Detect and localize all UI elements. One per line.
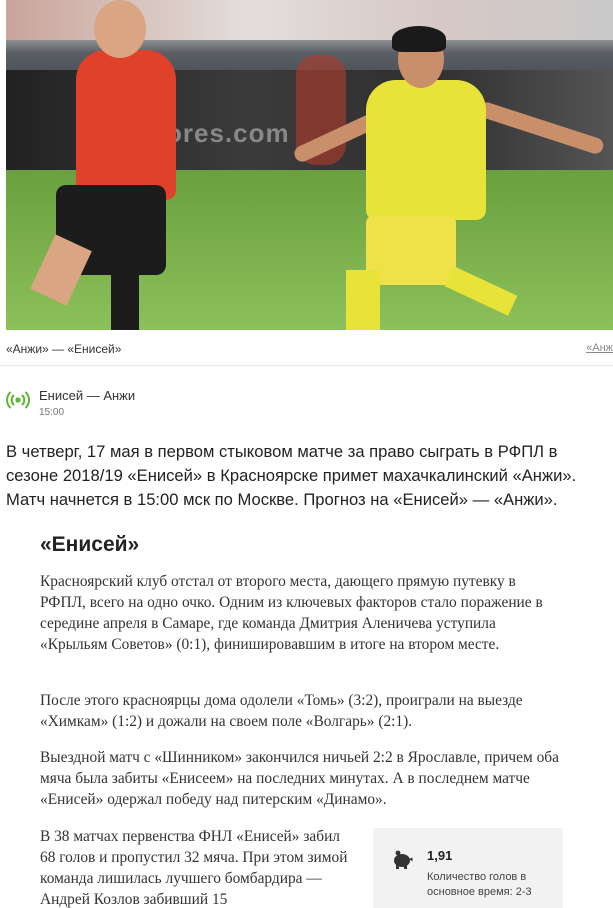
piggy-bank-icon	[394, 850, 413, 869]
player-yellow-shirt	[366, 80, 486, 220]
player-red-shirt	[76, 50, 176, 200]
match-time: 15:00	[39, 407, 65, 418]
photo-source-link[interactable]: «Анж	[586, 342, 613, 354]
player-yellow-leg	[346, 270, 380, 330]
player-yellow-hair	[392, 26, 446, 52]
section-title: «Енисей»	[40, 533, 140, 556]
stat-label: Количество голов в основное время: 2-3	[427, 871, 532, 898]
article-paragraph: Красноярский клуб отстал от второго мест…	[40, 573, 543, 653]
photo-caption-row: «Анжи» — «Енисей» «Анж	[0, 336, 613, 366]
article-photo: ores.com	[6, 0, 613, 330]
stat-value: 1,91	[427, 848, 453, 863]
stat-box[interactable]: 1,91 Количество голов в основное время: …	[373, 828, 563, 908]
article-lead: В четверг, 17 мая в первом стыковом матч…	[6, 442, 577, 509]
player-red-head	[94, 0, 146, 58]
player-red-leg	[111, 270, 139, 330]
article-paragraph: После этого красноярцы дома одолели «Том…	[40, 692, 523, 730]
ad-board-text: ores.com	[166, 118, 290, 148]
article-paragraph: Выездной матч с «Шинником» закончился ни…	[40, 749, 559, 808]
photo-caption: «Анжи» — «Енисей»	[6, 342, 122, 356]
live-broadcast-icon	[6, 391, 30, 409]
match-title[interactable]: Енисей — Анжи	[39, 388, 135, 403]
article-paragraph: В 38 матчах первенства ФНЛ «Енисей» заби…	[40, 828, 348, 908]
